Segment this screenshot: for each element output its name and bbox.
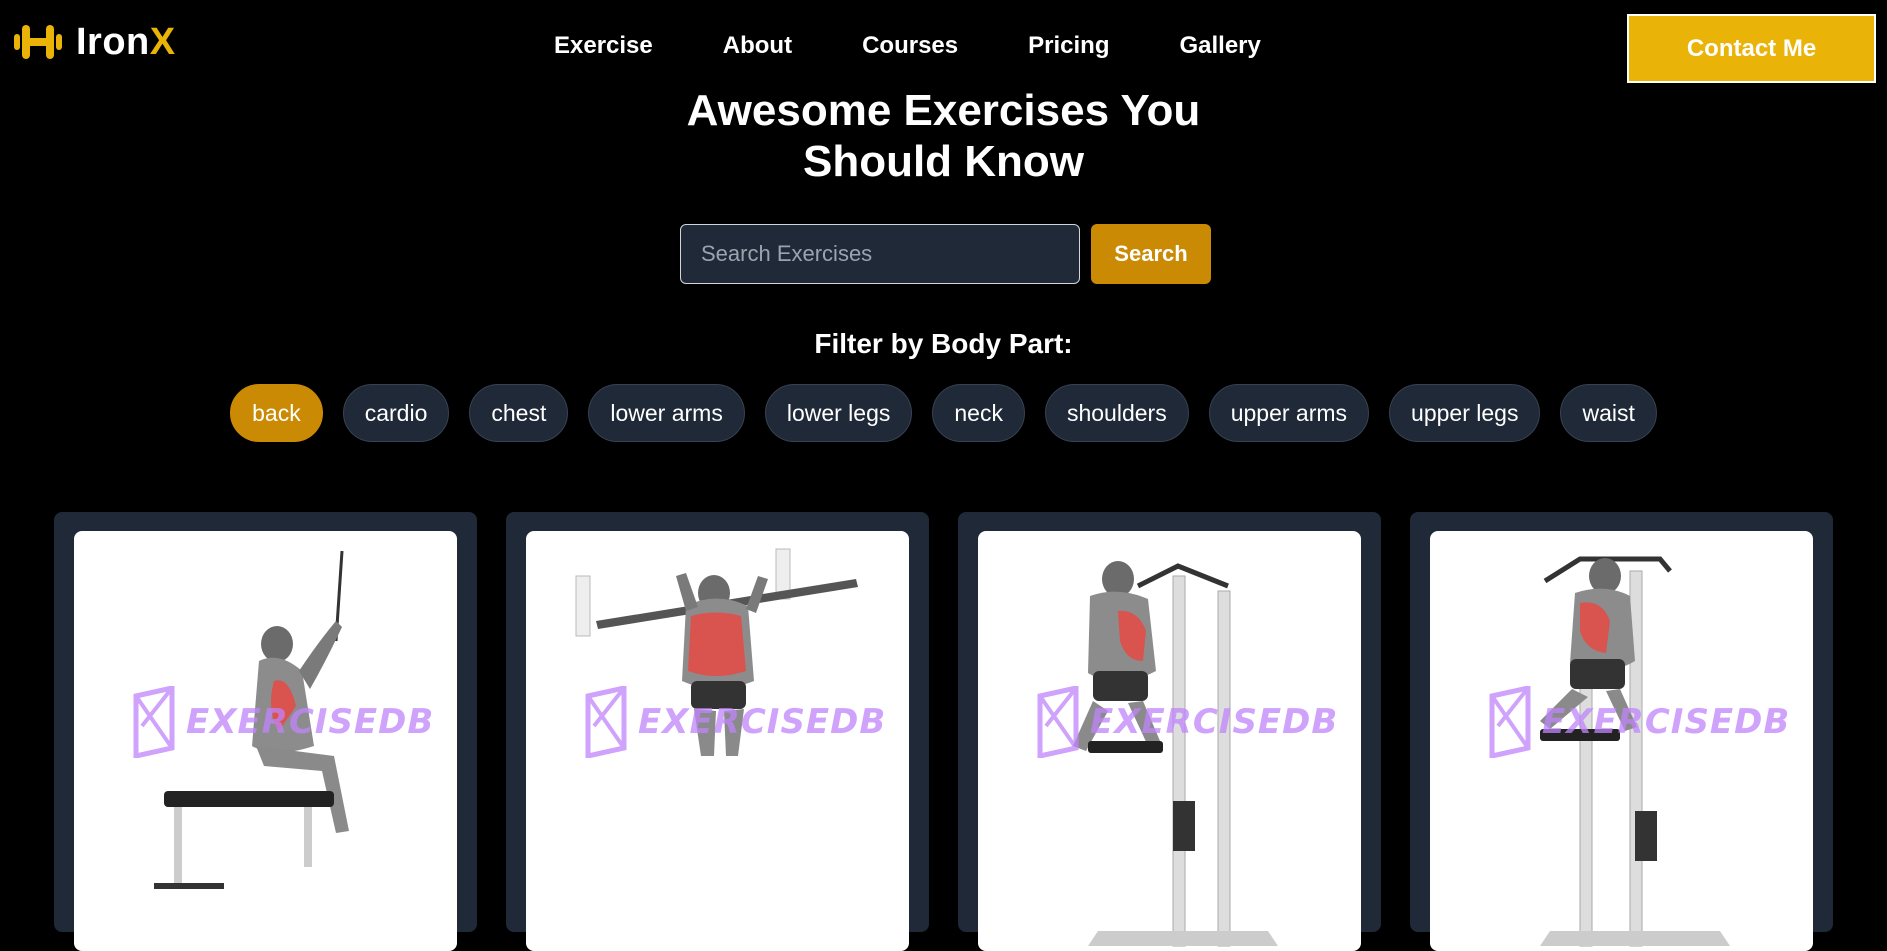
watermark-text: EXERCISEDB (638, 702, 887, 742)
exercisedb-watermark: EXERCISEDB (1036, 686, 1338, 758)
nav-link-pricing[interactable]: Pricing (1028, 32, 1109, 60)
filter-heading: Filter by Body Part: (814, 328, 1073, 359)
exercise-card[interactable]: EXERCISEDB (1410, 512, 1833, 951)
exercisedb-watermark: EXERCISEDB (132, 686, 434, 758)
filter-chip-upper-legs[interactable]: upper legs (1389, 384, 1541, 442)
body-part-filter: back cardio chest lower arms lower legs … (0, 384, 1887, 442)
exercise-card[interactable]: EXERCISEDB (506, 512, 929, 951)
exercisedb-watermark: EXERCISEDB (1488, 686, 1790, 758)
nav-link-about[interactable]: About (723, 32, 792, 60)
watermark-text: EXERCISEDB (186, 702, 435, 742)
exercise-image: EXERCISEDB (1430, 531, 1813, 951)
page-title-line-1: Awesome Exercises You (686, 86, 1201, 135)
exercise-image: EXERCISEDB (526, 531, 909, 951)
logo[interactable]: IronX (14, 22, 176, 62)
page-title: Awesome Exercises You Should Know (0, 85, 1887, 187)
exercisedb-watermark: EXERCISEDB (584, 686, 886, 758)
search-button[interactable]: Search (1091, 224, 1211, 284)
filter-chip-shoulders[interactable]: shoulders (1044, 384, 1189, 442)
main-nav: Exercise About Courses Pricing Gallery (554, 32, 1261, 60)
filter-chip-neck[interactable]: neck (932, 384, 1025, 442)
dumbbell-icon (14, 22, 62, 62)
nav-link-gallery[interactable]: Gallery (1179, 32, 1260, 60)
exercise-card[interactable]: EXERCISEDB (54, 512, 477, 951)
filter-chip-back[interactable]: back (230, 384, 323, 442)
page-title-line-2: Should Know (802, 137, 1085, 186)
logo-text-main: Iron (76, 21, 150, 63)
filter-chip-lower-legs[interactable]: lower legs (764, 384, 913, 442)
exercisedb-logo-icon (133, 686, 175, 758)
watermark-text: EXERCISEDB (1090, 702, 1339, 742)
exercise-card[interactable]: EXERCISEDB (958, 512, 1381, 951)
filter-chip-cardio[interactable]: cardio (342, 384, 450, 442)
exercisedb-logo-icon (585, 686, 627, 758)
search-input[interactable] (680, 224, 1080, 284)
logo-text-accent: X (149, 21, 176, 63)
watermark-text: EXERCISEDB (1542, 702, 1791, 742)
contact-button[interactable]: Contact Me (1627, 14, 1876, 83)
nav-link-courses[interactable]: Courses (862, 32, 958, 60)
exercisedb-logo-icon (1489, 686, 1531, 758)
nav-link-exercise[interactable]: Exercise (554, 32, 653, 60)
logo-text: IronX (76, 23, 176, 61)
exercisedb-logo-icon (1037, 686, 1079, 758)
exercise-image: EXERCISEDB (74, 531, 457, 951)
exercise-grid: EXERCISEDB EXERCISEDB EXERCISEDB EXERCIS… (54, 512, 1833, 951)
filter-chip-upper-arms[interactable]: upper arms (1208, 384, 1370, 442)
filter-chip-chest[interactable]: chest (469, 384, 569, 442)
search-bar: Search (680, 224, 1211, 284)
filter-chip-lower-arms[interactable]: lower arms (588, 384, 745, 442)
filter-chip-waist[interactable]: waist (1560, 384, 1657, 442)
exercise-image: EXERCISEDB (978, 531, 1361, 951)
